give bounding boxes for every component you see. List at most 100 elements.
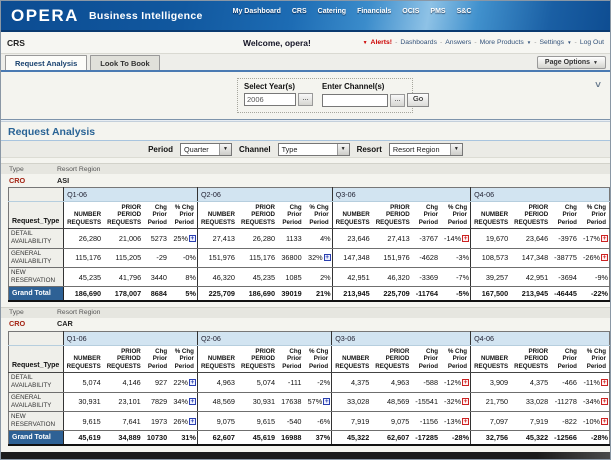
measure-header: Chg Prior Period (278, 345, 304, 372)
section-divider (1, 119, 610, 122)
nav-item-financials[interactable]: Financials (357, 8, 391, 15)
page-options-button[interactable]: Page Options▼ (537, 56, 606, 69)
dashboard-content: ˅ Select Year(s) ... Enter Channel(s) ..… (1, 78, 610, 446)
header-link-more-products[interactable]: More Products (480, 39, 524, 46)
resort-select[interactable]: Resort Region ▼ (389, 143, 463, 156)
period-label: Period (148, 145, 173, 154)
cell-chg: -466 (551, 373, 580, 392)
header-link-settings[interactable]: Settings (540, 39, 565, 46)
cell-chg: -3976 (551, 229, 580, 248)
pivot-page-header: TypeResort Region (1, 163, 610, 174)
opera-bi-window: OPERA Business Intelligence My Dashboard… (0, 0, 611, 460)
cell-pct: 57%+ (304, 392, 331, 411)
cell-prior: 41,796 (104, 268, 144, 287)
resort-value: Resort Region (390, 145, 450, 154)
link-separator: - (474, 39, 476, 46)
cell-chg: 1973 (144, 411, 170, 430)
header-links: ▼Alerts!-Dashboards-Answers-More Product… (363, 39, 604, 46)
cell-chg: -11764 (413, 287, 441, 301)
cell-number: 46,320 (197, 268, 238, 287)
header-link-dashboards[interactable]: Dashboards (400, 39, 437, 46)
measure-header: PRIOR PERIOD REQUESTS (238, 202, 278, 229)
row-label: NEW RESERVATION (9, 411, 64, 430)
cell-number: 225,709 (197, 287, 238, 301)
cell-prior: 151,976 (373, 248, 413, 267)
quarter-header: Q4-06 (471, 331, 610, 345)
table-row: GENERAL AVAILABILITY30,93123,101782934%+… (9, 392, 610, 411)
change-flag-icon: + (462, 379, 469, 386)
cell-pct: -13%+ (441, 411, 471, 430)
cell-number: 186,690 (64, 287, 105, 301)
corner-cell (9, 188, 64, 202)
cell-chg: 927 (144, 373, 170, 392)
header-link-alerts[interactable]: Alerts! (371, 39, 393, 46)
measure-header: % Chg Prior Period (441, 202, 471, 229)
cell-pct: -22% (580, 287, 610, 301)
cell-number: 21,750 (471, 392, 512, 411)
cro-value: CRO (9, 176, 57, 185)
channel-input[interactable] (322, 94, 388, 107)
cell-pct: -32%+ (441, 392, 471, 411)
cell-prior: 46,320 (373, 268, 413, 287)
cell-number: 7,919 (332, 411, 373, 430)
cell-number: 108,573 (471, 248, 512, 267)
collapse-section-icon[interactable]: ˅ (595, 82, 601, 90)
cell-pct: 5% (170, 287, 197, 301)
cell-number: 115,176 (64, 248, 105, 267)
cell-prior: 178,007 (104, 287, 144, 301)
cell-chg: 16988 (278, 431, 304, 445)
nav-item-crs[interactable]: CRS (292, 8, 307, 15)
tab-look-to-book[interactable]: Look To Book (90, 55, 159, 70)
measure-header: % Chg Prior Period (170, 345, 197, 372)
pivot-section: TypeResort RegionCROASIQ1-06Q2-06Q3-06Q4… (1, 163, 610, 302)
measure-header: Chg Prior Period (412, 345, 441, 372)
measure-header: PRIOR PERIOD REQUESTS (511, 202, 551, 229)
cell-number: 3,909 (471, 373, 512, 392)
region-value: CAR (57, 319, 73, 328)
channel-browse-button[interactable]: ... (390, 94, 405, 107)
cell-pct: 4% (305, 229, 332, 248)
cell-chg: -540 (278, 411, 304, 430)
measure-header: PRIOR PERIOD REQUESTS (511, 345, 551, 372)
channel-select[interactable]: Type ▼ (278, 143, 350, 156)
breadcrumb: CRS (7, 38, 25, 48)
measure-header: PRIOR PERIOD REQUESTS (373, 202, 413, 229)
nav-item-my-dashboard[interactable]: My Dashboard (233, 8, 281, 15)
tab-request-analysis[interactable]: Request Analysis (5, 55, 87, 70)
table-row: DETAIL AVAILABILITY26,28021,006527325%+2… (9, 229, 610, 248)
measure-header: Chg Prior Period (551, 202, 580, 229)
row-label: GENERAL AVAILABILITY (9, 248, 64, 267)
measure-header: NUMBER REQUESTS (471, 345, 512, 372)
quarter-header: Q4-06 (471, 188, 610, 202)
year-browse-button[interactable]: ... (298, 93, 313, 106)
cell-prior: 4,375 (511, 373, 551, 392)
period-select[interactable]: Quarter ▼ (180, 143, 232, 156)
nav-item-s-c[interactable]: S&C (457, 8, 472, 15)
year-input[interactable] (244, 93, 296, 106)
cell-pct: 31% (170, 431, 197, 445)
cell-chg: -822 (551, 411, 580, 430)
cell-pct: -28% (580, 431, 610, 445)
nav-item-ocis[interactable]: OCIS (402, 8, 419, 15)
quarter-header: Q1-06 (64, 188, 198, 202)
change-flag-icon: + (189, 235, 196, 242)
chevron-down-icon: ▼ (219, 144, 231, 155)
cell-number: 48,569 (197, 392, 238, 411)
quarter-header: Q1-06 (63, 331, 197, 345)
header-link-answers[interactable]: Answers (445, 39, 471, 46)
cell-chg: 1085 (278, 268, 305, 287)
cell-prior: 213,945 (511, 287, 551, 301)
nav-item-pms[interactable]: PMS (430, 8, 445, 15)
cell-chg: -588 (412, 373, 441, 392)
channel-label: Enter Channel(s) (322, 82, 429, 91)
header-link-log-out[interactable]: Log Out (580, 39, 604, 46)
nav-item-catering[interactable]: Catering (318, 8, 346, 15)
table-row: NEW RESERVATION45,23541,79634408%46,3204… (9, 268, 610, 287)
grand-total-row: Grand Total186,690178,00786845%225,70918… (9, 287, 610, 301)
cell-number: 42,951 (332, 268, 373, 287)
go-button[interactable]: Go (407, 93, 429, 107)
cell-number: 39,257 (471, 268, 512, 287)
chevron-down-icon: ▼ (593, 60, 598, 66)
change-flag-icon: + (462, 235, 469, 242)
grand-total-label: Grand Total (9, 287, 64, 301)
